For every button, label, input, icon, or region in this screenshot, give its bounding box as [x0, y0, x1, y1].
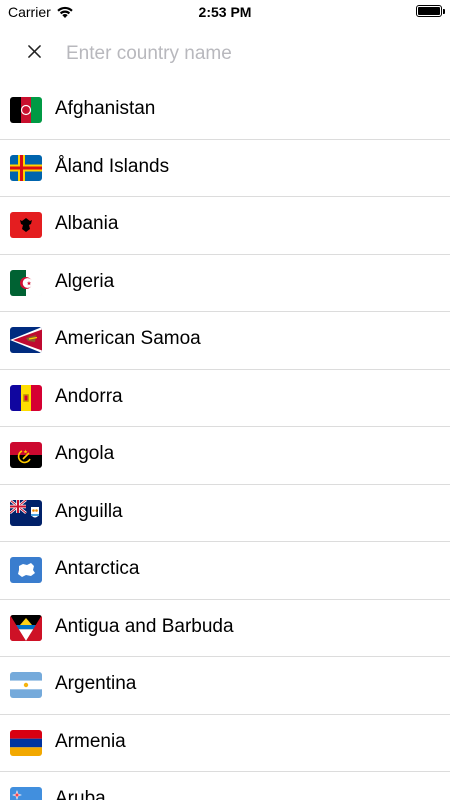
country-row-afghanistan[interactable]: Afghanistan — [0, 82, 450, 140]
close-button[interactable] — [18, 38, 50, 70]
country-row-aruba[interactable]: Aruba — [0, 772, 450, 800]
country-name: Angola — [55, 443, 115, 464]
country-name: Antarctica — [55, 558, 140, 579]
search-bar — [0, 26, 450, 82]
country-search-input[interactable] — [66, 36, 436, 72]
country-name: Aruba — [55, 788, 106, 800]
battery-icon — [416, 5, 445, 17]
anguilla-flag-icon — [10, 499, 42, 526]
antigua-and-barbuda-flag-icon — [10, 614, 42, 641]
aruba-flag-icon — [10, 787, 42, 800]
antarctica-flag-icon — [10, 557, 42, 583]
country-list: Afghanistan Åland Islands Albania Algeri… — [0, 82, 450, 800]
country-row-american-samoa[interactable]: American Samoa — [0, 312, 450, 370]
country-name: Argentina — [55, 673, 137, 694]
country-name: Åland Islands — [55, 155, 170, 177]
country-name: Algeria — [55, 270, 115, 292]
country-name: American Samoa — [55, 328, 201, 349]
country-name: Armenia — [55, 730, 126, 752]
country-row-algeria[interactable]: Algeria — [0, 255, 450, 312]
country-row-antigua-and-barbuda[interactable]: Antigua and Barbuda — [0, 600, 450, 657]
status-bar: Carrier 2:53 PM — [0, 0, 450, 26]
algeria-flag-icon — [10, 269, 42, 296]
armenia-flag-icon — [10, 729, 42, 756]
close-icon — [27, 45, 41, 63]
country-row-anguilla[interactable]: Anguilla — [0, 485, 450, 542]
country-name: Afghanistan — [55, 98, 156, 119]
country-row-argentina[interactable]: Argentina — [0, 657, 450, 715]
american-samoa-flag-icon — [10, 327, 42, 353]
country-row-andorra[interactable]: Andorra — [0, 370, 450, 427]
country-row-albania[interactable]: Albania — [0, 197, 450, 255]
argentina-flag-icon — [10, 672, 42, 698]
andorra-flag-icon — [10, 384, 42, 411]
country-row-angola[interactable]: Angola — [0, 427, 450, 485]
country-row-armenia[interactable]: Armenia — [0, 715, 450, 772]
country-row-antarctica[interactable]: Antarctica — [0, 542, 450, 600]
angola-flag-icon — [10, 442, 42, 468]
clock: 2:53 PM — [198, 4, 252, 20]
aland-islands-flag-icon — [10, 154, 42, 181]
country-row-aland-islands[interactable]: Åland Islands — [0, 140, 450, 197]
country-name: Anguilla — [55, 500, 123, 522]
country-name: Antigua and Barbuda — [55, 615, 234, 637]
afghanistan-flag-icon — [10, 97, 42, 123]
country-name: Albania — [55, 213, 119, 234]
country-name: Andorra — [55, 385, 123, 407]
albania-flag-icon — [10, 212, 42, 238]
